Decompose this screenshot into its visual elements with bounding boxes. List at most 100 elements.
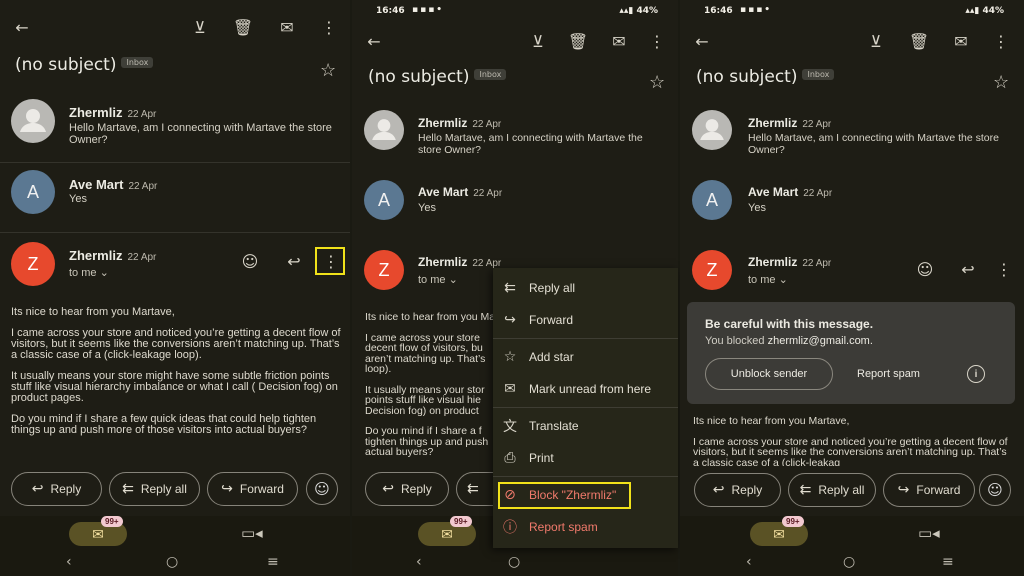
message-date: 22 Apr [802, 119, 832, 130]
recipient-dropdown[interactable]: to me ⌄ [418, 273, 458, 286]
back-arrow-icon[interactable]: ← [11, 16, 33, 38]
emoji-react-icon[interactable]: ☺ [914, 258, 936, 280]
mark-unread-icon[interactable]: ✉ [608, 30, 630, 52]
reply-button[interactable]: ↩ Reply [11, 472, 102, 506]
report-icon: ⓘ [503, 520, 517, 536]
delete-icon[interactable]: 🗑 [567, 30, 589, 52]
message-snippet[interactable]: Hello Martave, am I connecting with Mart… [418, 132, 668, 156]
star-icon[interactable]: ☆ [993, 72, 1009, 93]
report-spam-button[interactable]: Report spam [857, 368, 920, 380]
menu-divider [493, 338, 678, 339]
star-icon[interactable]: ☆ [649, 72, 665, 93]
body-paragraph: It usually means your stor points stuff … [365, 383, 485, 417]
avatar[interactable]: A [692, 180, 732, 220]
avatar[interactable] [692, 110, 732, 150]
more-vert-icon[interactable]: ⋮ [993, 258, 1015, 280]
avatar[interactable]: Z [11, 242, 55, 286]
mail-tab[interactable]: ✉ 99+ [750, 516, 808, 546]
menu-item-forward[interactable]: ↪ Forward [493, 307, 678, 333]
message-date: 22 Apr [127, 109, 157, 120]
sender-name: Zhermliz [69, 105, 123, 120]
menu-item-reply-all[interactable]: ⇇ Reply all [493, 275, 678, 301]
reply-all-button[interactable]: ⇇ Reply all [788, 473, 876, 507]
forward-icon: ↪ [897, 482, 910, 498]
message-sender: Zhermliz 22 Apr [69, 248, 156, 263]
chevron-down-icon: ⌄ [448, 274, 458, 286]
more-vert-icon[interactable]: ⋮ [318, 16, 340, 38]
system-back-icon[interactable]: ‹ [746, 554, 752, 570]
avatar[interactable] [11, 99, 55, 143]
message-sender: Ave Mart 22 Apr [748, 185, 832, 199]
top-toolbar: ← ⊻ 🗑 ✉ ⋮ [352, 30, 678, 58]
archive-icon[interactable]: ⊻ [189, 16, 211, 38]
mail-tab[interactable]: ✉ 99+ [418, 516, 476, 546]
menu-item-add-star[interactable]: ☆ Add star [493, 344, 678, 370]
reply-button[interactable]: ↩ Reply [365, 472, 449, 506]
reply-all-button[interactable]: ⇇ Reply all [109, 472, 200, 506]
status-indicators: ▴▴▮ 44% [965, 6, 1004, 16]
mark-unread-icon[interactable]: ✉ [276, 16, 298, 38]
reply-button[interactable]: ↩ Reply [694, 473, 781, 507]
emoji-button[interactable]: ☺ [306, 473, 338, 505]
avatar[interactable]: A [364, 180, 404, 220]
more-vert-icon[interactable]: ⋮ [990, 30, 1012, 52]
video-icon[interactable]: ▭◂ [241, 524, 263, 542]
message-date: 22 Apr [127, 252, 157, 263]
back-arrow-icon[interactable]: ← [363, 30, 385, 52]
avatar[interactable] [364, 110, 404, 150]
avatar[interactable]: Z [364, 250, 404, 290]
system-recents-icon[interactable]: ≡ [942, 554, 954, 570]
menu-divider [493, 476, 678, 477]
star-icon[interactable]: ☆ [320, 60, 336, 81]
forward-button[interactable]: ↪ Forward [883, 473, 975, 507]
more-vert-icon[interactable]: ⋮ [646, 30, 668, 52]
system-back-icon[interactable]: ‹ [66, 554, 72, 570]
reply-icon[interactable]: ↩ [957, 258, 979, 280]
message-snippet[interactable]: Hello Martave, am I connecting with Mart… [748, 132, 1013, 156]
mark-unread-icon[interactable]: ✉ [950, 30, 972, 52]
reply-icon[interactable]: ↩ [283, 250, 305, 272]
menu-item-print[interactable]: ⎙ Print [493, 445, 678, 471]
message-date: 22 Apr [803, 188, 833, 199]
emoji-button[interactable]: ☺ [979, 474, 1011, 506]
message-snippet[interactable]: Yes [69, 193, 87, 205]
avatar[interactable]: A [11, 170, 55, 214]
sender-name: Zhermliz [69, 248, 123, 263]
archive-icon[interactable]: ⊻ [527, 30, 549, 52]
recipient-dropdown[interactable]: to me ⌄ [69, 266, 109, 279]
message-date: 22 Apr [473, 188, 503, 199]
message-snippet[interactable]: Hello Martave, am I connecting with Mart… [69, 122, 339, 146]
system-back-icon[interactable]: ‹ [416, 554, 422, 570]
screen-panel-1: ← ⊻ 🗑 ✉ ⋮ (no subject) Inbox ☆ Zhermliz 22… [0, 0, 350, 576]
inbox-label-chip[interactable]: Inbox [121, 56, 154, 68]
inbox-label-chip[interactable]: Inbox [474, 68, 507, 80]
system-home-icon[interactable]: ○ [166, 554, 178, 570]
unblock-sender-button[interactable]: Unblock sender [705, 358, 833, 390]
video-icon[interactable]: ▭◂ [918, 524, 940, 542]
system-recents-icon[interactable]: ≡ [267, 554, 279, 570]
reply-all-icon: ⇇ [799, 482, 812, 498]
menu-item-report-spam[interactable]: ⓘ Report spam [493, 514, 678, 540]
mail-tab[interactable]: ✉ 99+ [69, 516, 127, 546]
system-home-icon[interactable]: ○ [508, 554, 520, 570]
back-arrow-icon[interactable]: ← [691, 30, 713, 52]
recipient-dropdown[interactable]: to me ⌄ [748, 273, 788, 286]
notification-icons: ▪▪▪• [412, 5, 445, 15]
info-icon[interactable]: i [967, 365, 985, 383]
delete-icon[interactable]: 🗑 [908, 30, 930, 52]
archive-icon[interactable]: ⊻ [865, 30, 887, 52]
inbox-label-chip[interactable]: Inbox [802, 68, 835, 80]
body-paragraph: I came across your store decent flow of … [365, 331, 486, 375]
system-home-icon[interactable]: ○ [843, 554, 855, 570]
message-snippet[interactable]: Yes [748, 202, 766, 214]
menu-item-mark-unread[interactable]: ✉ Mark unread from here [493, 376, 678, 402]
message-snippet[interactable]: Yes [418, 202, 436, 214]
forward-button[interactable]: ↪ Forward [207, 472, 298, 506]
menu-item-translate[interactable]: 文 Translate [493, 413, 678, 439]
delete-icon[interactable]: 🗑 [232, 16, 254, 38]
body-paragraph: Do you mind if I share a few quick ideas… [11, 413, 317, 436]
blocked-email: zhermliz@gmail.com. [767, 335, 873, 347]
avatar[interactable]: Z [692, 250, 732, 290]
emoji-react-icon[interactable]: ☺ [239, 250, 261, 272]
message-sender: Ave Mart 22 Apr [69, 177, 157, 192]
